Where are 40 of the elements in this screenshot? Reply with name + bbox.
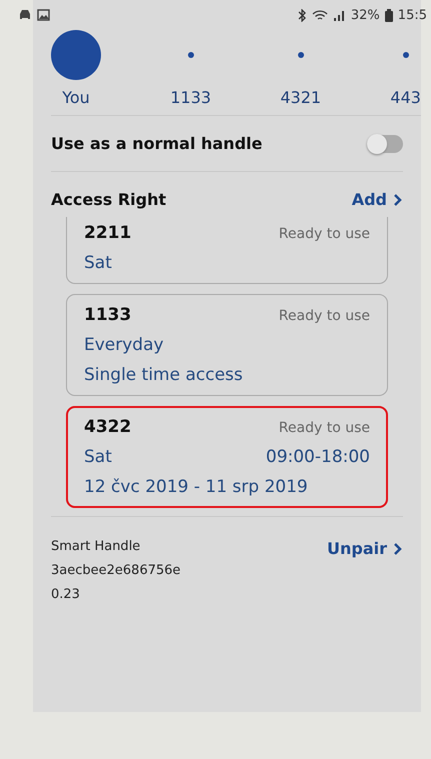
access-status: Ready to use [278,226,370,242]
image-icon [37,9,50,21]
car-icon [18,9,32,21]
user-label[interactable]: 1133 [170,88,212,107]
access-card[interactable]: 4322 Ready to use Sat 09:00-18:00 12 čvc 2019 - 11 srp 2019 [66,406,388,508]
chevron-icon [393,542,403,556]
user-dot[interactable] [188,52,194,58]
user-avatar[interactable] [51,30,101,80]
chevron-icon [393,192,403,206]
wifi-icon [312,8,328,22]
add-link[interactable]: Add [352,190,403,209]
access-detail: 12 čvc 2019 - 11 srp 2019 [84,477,308,497]
battery-percent: 32% [350,8,380,22]
device-version: 0.23 [51,587,81,602]
access-status: Ready to use [278,308,370,324]
user-dot[interactable] [298,52,304,58]
section-title: Access Right [51,190,166,209]
bluetooth-icon [298,8,307,22]
access-detail: Single time access [84,365,243,385]
user-label[interactable]: You [62,88,90,107]
device-name: Smart Handle [51,539,142,554]
access-card[interactable]: 1133 Ready to use Everyday Single time access [66,294,388,396]
toggle-switch[interactable] [367,134,403,152]
access-time: 09:00-18:00 [266,447,370,467]
setting-label: Use as a normal handle [51,134,262,153]
access-detail: Everyday [84,335,164,355]
signal-icon [332,8,346,22]
user-dot[interactable] [402,52,409,58]
access-code: 1133 [84,305,132,325]
access-detail: Sat [84,253,112,273]
access-code: 4322 [84,417,132,437]
access-card[interactable]: 2211 Ready to use Sat [66,217,388,284]
access-status: Ready to use [278,420,370,436]
unpair-link[interactable]: Unpair [326,539,403,558]
access-code: 2211 [84,223,132,243]
user-label[interactable]: 4321 [280,88,322,107]
access-detail: Sat [84,447,112,467]
device-id: 3aecbee2e686756e [51,563,181,578]
clock: 15:5 [398,8,427,22]
user-label[interactable]: 443 [390,88,421,107]
